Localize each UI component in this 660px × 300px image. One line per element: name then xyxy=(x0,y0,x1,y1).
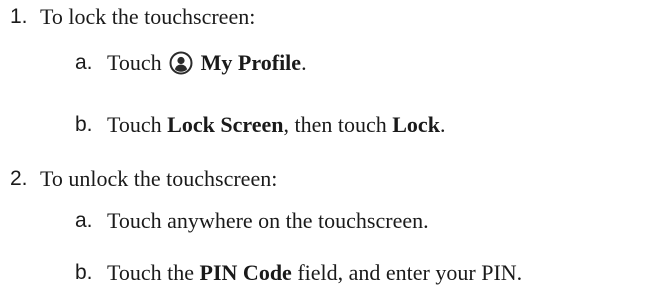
step-2a-text: Touch anywhere on the touchscreen. xyxy=(107,208,429,233)
step-1a-bold: My Profile xyxy=(200,50,302,75)
step-1a-part-1: Touch xyxy=(107,50,162,75)
step-2b-part-1: Touch the xyxy=(107,260,200,285)
step-2b-part-3: field, and enter your PIN. xyxy=(291,260,523,285)
step-2-number: 2. xyxy=(10,167,28,190)
profile-icon xyxy=(169,51,193,75)
step-1b-bold-1: Lock Screen xyxy=(167,112,284,137)
step-2b-text: Touch the PIN Code field, and enter your… xyxy=(107,258,522,288)
step-1a-part-3: . xyxy=(301,50,307,75)
step-1b-part-1: Touch xyxy=(107,112,168,137)
step-1b-text: Touch Lock Screen, then touch Lock. xyxy=(107,110,445,140)
step-2a-letter: a. xyxy=(75,209,93,232)
step-2-text: To unlock the touchscreen: xyxy=(40,166,278,191)
step-1b-bold-2: Lock xyxy=(392,112,440,137)
step-2b-bold: PIN Code xyxy=(199,260,292,285)
step-1-text: To lock the touchscreen: xyxy=(40,4,256,29)
step-1b-part-5: . xyxy=(439,112,446,137)
step-1b-part-3: , then touch xyxy=(283,112,393,137)
step-2b-letter: b. xyxy=(75,261,93,284)
step-1a-letter: a. xyxy=(75,51,93,74)
step-1a-text: Touch My Profile. xyxy=(107,48,307,78)
step-1b-letter: b. xyxy=(75,113,93,136)
step-1-number: 1. xyxy=(10,5,28,28)
